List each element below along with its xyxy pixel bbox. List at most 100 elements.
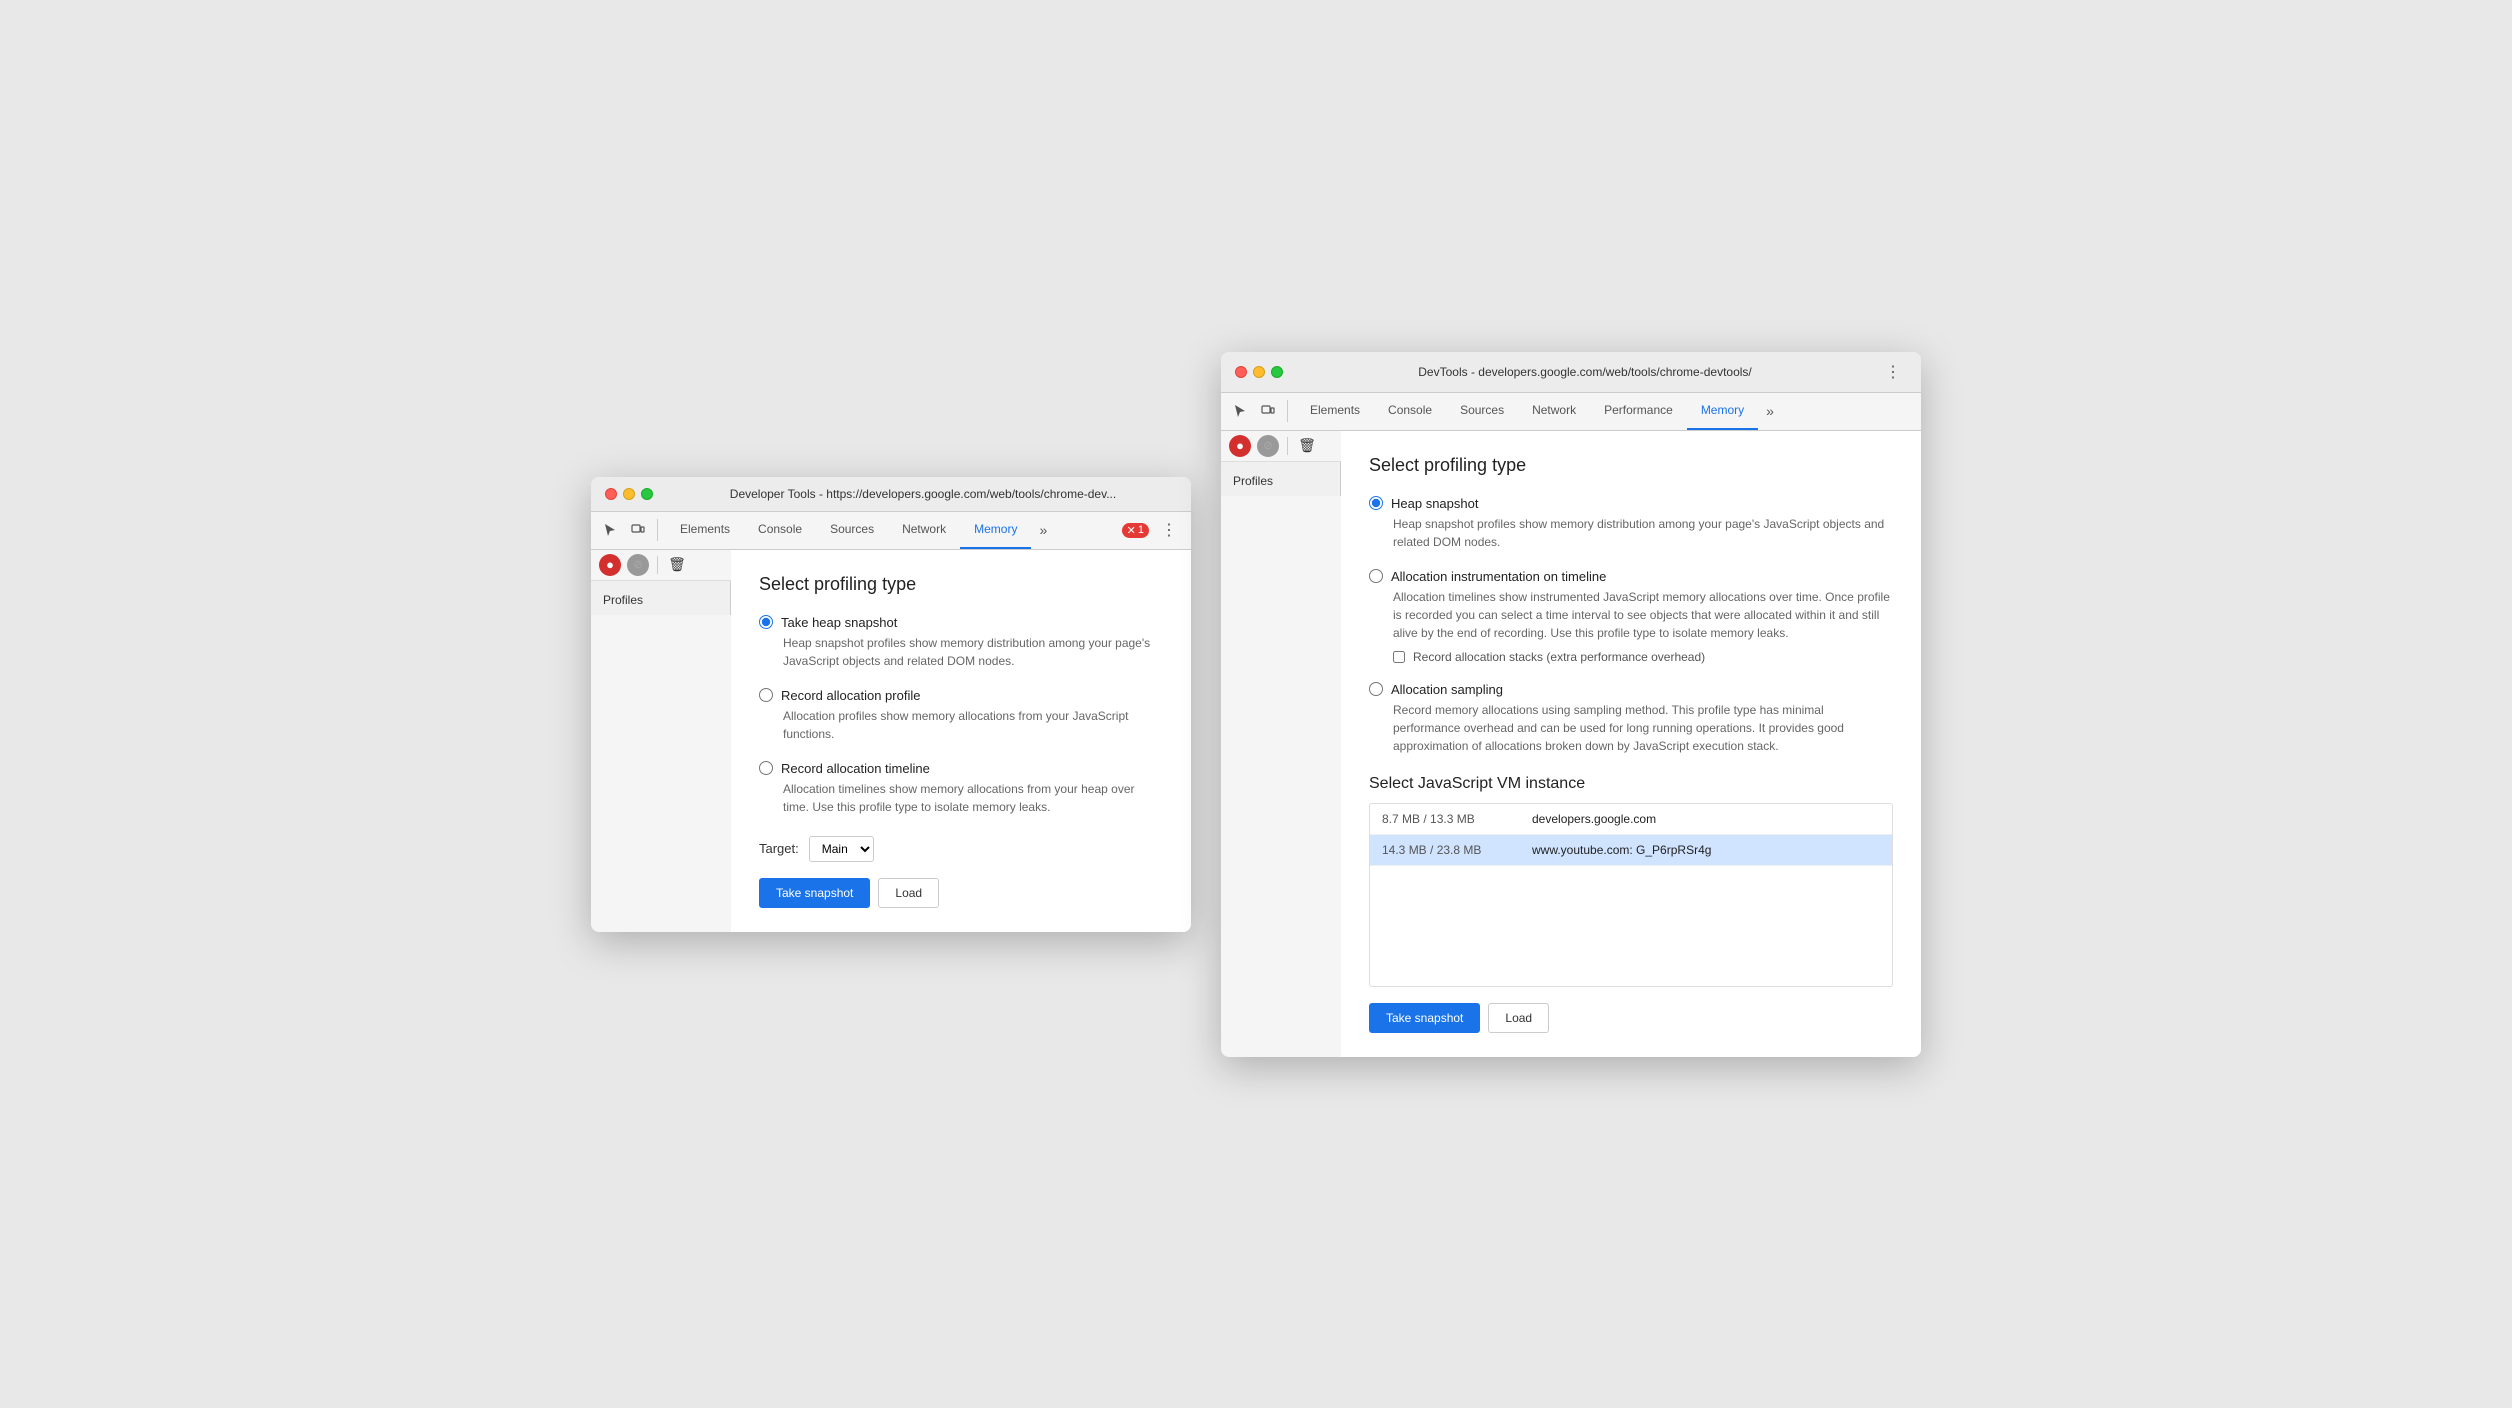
clear-button-left[interactable]: 🗑: [666, 554, 688, 576]
minimize-button-right[interactable]: [1253, 366, 1265, 378]
toolbar-right: ● ⊘ 🗑: [1221, 431, 1341, 462]
option-alloc-profile-left: Record allocation profile Allocation pro…: [759, 688, 1163, 743]
option-heap-snapshot-left: Take heap snapshot Heap snapshot profile…: [759, 615, 1163, 670]
traffic-lights-right: [1235, 366, 1283, 378]
radio-heap-right[interactable]: [1369, 496, 1383, 510]
option-alloc-timeline-left: Record allocation timeline Allocation ti…: [759, 761, 1163, 816]
sidebar-container-left: ● ⊘ 🗑 Profiles: [591, 550, 731, 932]
title-bar-right: DevTools - developers.google.com/web/too…: [1221, 352, 1921, 393]
devtools-menu-right[interactable]: ⋮: [1879, 362, 1907, 382]
device-icon-right[interactable]: [1257, 400, 1279, 422]
option-alloc-profile-label-left[interactable]: Record allocation profile: [759, 688, 1163, 703]
option-alloc-timeline-right: Allocation instrumentation on timeline A…: [1369, 569, 1893, 664]
option-alloc-timeline-label-right[interactable]: Allocation instrumentation on timeline: [1369, 569, 1893, 584]
more-tabs-right[interactable]: »: [1758, 403, 1782, 419]
radio-alloc-timeline-left[interactable]: [759, 761, 773, 775]
devtools-body-left: ● ⊘ 🗑 Profiles Select profiling type Tak…: [591, 550, 1191, 932]
tab-console-right[interactable]: Console: [1374, 393, 1446, 430]
sidebar-item-profiles-left[interactable]: Profiles: [591, 585, 730, 615]
panel-right: Select profiling type Heap snapshot Heap…: [1341, 431, 1921, 1057]
option-heap-label-left[interactable]: Take heap snapshot: [759, 615, 1163, 630]
tab-elements-left[interactable]: Elements: [666, 512, 744, 549]
close-button[interactable]: [605, 488, 617, 500]
traffic-lights-left: [605, 488, 653, 500]
error-icon: ✕: [1127, 524, 1136, 537]
clear-button-right[interactable]: 🗑: [1296, 435, 1318, 457]
devtools-menu-left[interactable]: ⋮: [1155, 520, 1183, 540]
tab-icons-left: [599, 519, 658, 541]
tab-bar-left: Elements Console Sources Network Memory …: [591, 512, 1191, 550]
vm-size-1: 14.3 MB / 23.8 MB: [1382, 843, 1512, 857]
maximize-button-right[interactable]: [1271, 366, 1283, 378]
tabs-right: Elements Console Sources Network Perform…: [1296, 393, 1913, 430]
checkbox-alloc-stacks[interactable]: [1393, 651, 1405, 663]
toolbar-divider-left: [657, 556, 658, 574]
target-label-left: Target:: [759, 841, 799, 856]
tab-network-right[interactable]: Network: [1518, 393, 1590, 430]
load-button-left[interactable]: Load: [878, 878, 939, 908]
devtools-window-right: DevTools - developers.google.com/web/too…: [1221, 352, 1921, 1057]
btn-row-left: Take snapshot Load: [759, 878, 1163, 908]
panel-title-right: Select profiling type: [1369, 455, 1893, 476]
vm-section-title: Select JavaScript VM instance: [1369, 775, 1893, 793]
record-button-right[interactable]: ●: [1229, 435, 1251, 457]
target-row-left: Target: Main: [759, 836, 1163, 862]
vm-instance-table: 8.7 MB / 13.3 MB developers.google.com 1…: [1369, 803, 1893, 987]
maximize-button[interactable]: [641, 488, 653, 500]
toolbar-left: ● ⊘ 🗑: [591, 550, 731, 581]
btn-row-right: Take snapshot Load: [1369, 1003, 1893, 1033]
device-icon[interactable]: [627, 519, 649, 541]
option-alloc-sampling-right: Allocation sampling Record memory alloca…: [1369, 682, 1893, 755]
more-tabs-left[interactable]: »: [1031, 522, 1055, 538]
vm-size-0: 8.7 MB / 13.3 MB: [1382, 812, 1512, 826]
sub-option-alloc-stacks: Record allocation stacks (extra performa…: [1393, 650, 1893, 664]
tab-performance-right[interactable]: Performance: [1590, 393, 1687, 430]
title-bar-left: Developer Tools - https://developers.goo…: [591, 477, 1191, 512]
toolbar-divider-right: [1287, 437, 1288, 455]
take-snapshot-button-left[interactable]: Take snapshot: [759, 878, 870, 908]
option-heap-label-right[interactable]: Heap snapshot: [1369, 496, 1893, 511]
option-alloc-timeline-label-left[interactable]: Record allocation timeline: [759, 761, 1163, 776]
radio-alloc-sampling-right[interactable]: [1369, 682, 1383, 696]
cursor-icon-right[interactable]: [1229, 400, 1251, 422]
tab-console-left[interactable]: Console: [744, 512, 816, 549]
radio-heap-left[interactable]: [759, 615, 773, 629]
sidebar-right: Profiles: [1221, 462, 1341, 496]
vm-spacer: [1370, 866, 1892, 986]
sidebar-item-profiles-right[interactable]: Profiles: [1221, 466, 1340, 496]
option-alloc-timeline-desc-right: Allocation timelines show instrumented J…: [1393, 588, 1893, 642]
radio-alloc-profile-left[interactable]: [759, 688, 773, 702]
target-select-left[interactable]: Main: [809, 836, 874, 862]
option-alloc-sampling-label-right[interactable]: Allocation sampling: [1369, 682, 1893, 697]
radio-alloc-timeline-right[interactable]: [1369, 569, 1383, 583]
window-title-right: DevTools - developers.google.com/web/too…: [1299, 365, 1871, 379]
tab-elements-right[interactable]: Elements: [1296, 393, 1374, 430]
take-snapshot-button-right[interactable]: Take snapshot: [1369, 1003, 1480, 1033]
tab-memory-left[interactable]: Memory: [960, 512, 1031, 549]
sub-option-label: Record allocation stacks (extra performa…: [1413, 650, 1705, 664]
vm-name-0: developers.google.com: [1532, 812, 1656, 826]
record-button-left[interactable]: ●: [599, 554, 621, 576]
option-heap-desc-left: Heap snapshot profiles show memory distr…: [783, 634, 1163, 670]
tab-network-left[interactable]: Network: [888, 512, 960, 549]
vm-row-0[interactable]: 8.7 MB / 13.3 MB developers.google.com: [1370, 804, 1892, 835]
tab-icons-right: [1229, 400, 1288, 422]
devtools-body-right: ● ⊘ 🗑 Profiles Select profiling type Hea…: [1221, 431, 1921, 1057]
stop-button-left[interactable]: ⊘: [627, 554, 649, 576]
minimize-button[interactable]: [623, 488, 635, 500]
tab-sources-left[interactable]: Sources: [816, 512, 888, 549]
stop-button-right[interactable]: ⊘: [1257, 435, 1279, 457]
panel-title-left: Select profiling type: [759, 574, 1163, 595]
vm-row-1[interactable]: 14.3 MB / 23.8 MB www.youtube.com: G_P6r…: [1370, 835, 1892, 866]
cursor-icon[interactable]: [599, 519, 621, 541]
close-button-right[interactable]: [1235, 366, 1247, 378]
option-alloc-sampling-desc-right: Record memory allocations using sampling…: [1393, 701, 1893, 755]
tab-sources-right[interactable]: Sources: [1446, 393, 1518, 430]
sidebar-left: Profiles: [591, 581, 731, 615]
load-button-right[interactable]: Load: [1488, 1003, 1549, 1033]
vm-name-1: www.youtube.com: G_P6rpRSr4g: [1532, 843, 1711, 857]
tab-memory-right[interactable]: Memory: [1687, 393, 1758, 430]
option-heap-right: Heap snapshot Heap snapshot profiles sho…: [1369, 496, 1893, 551]
window-title-left: Developer Tools - https://developers.goo…: [669, 487, 1177, 501]
error-badge-left: ✕ 1: [1122, 523, 1149, 538]
